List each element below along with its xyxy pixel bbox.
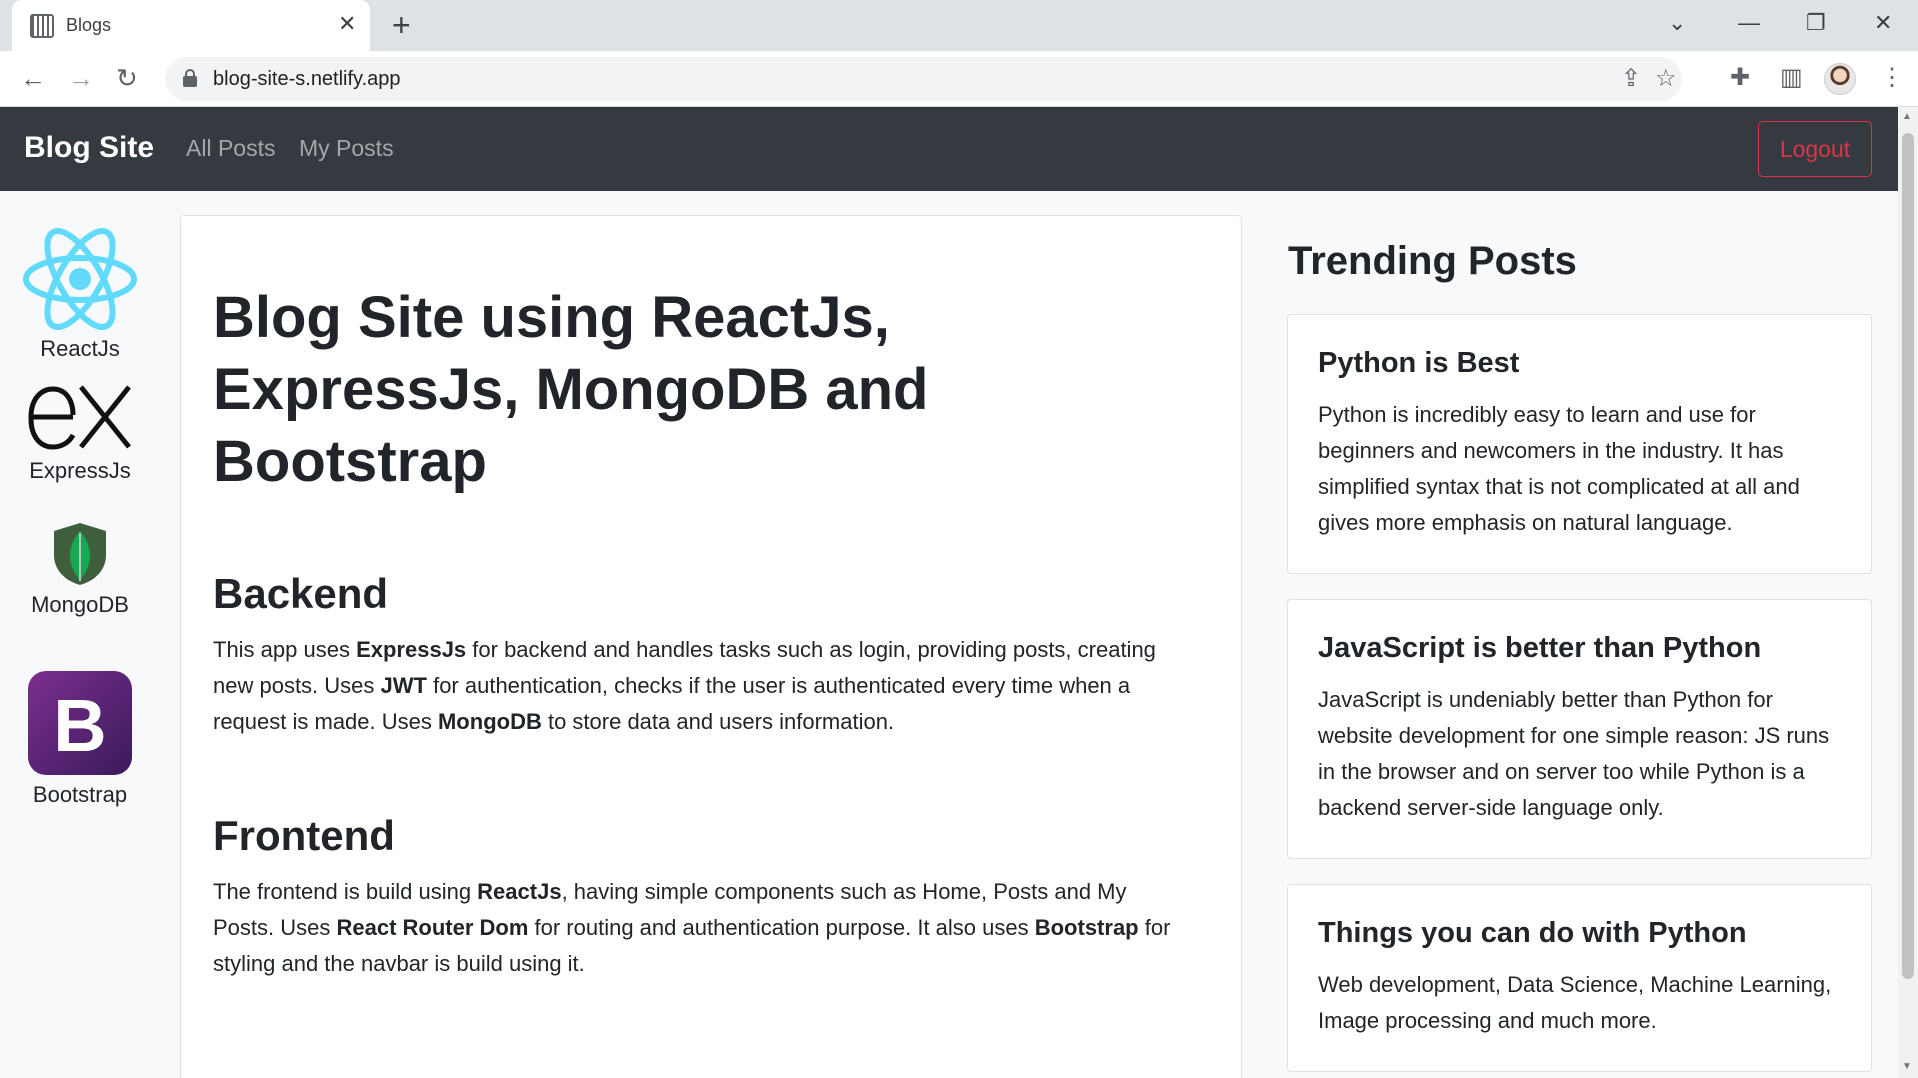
express-icon — [28, 385, 131, 450]
tab-title: Blogs — [66, 15, 112, 35]
bold-term: React Router Dom — [336, 915, 529, 940]
text-run: for routing and authentication purpose. … — [528, 915, 1035, 940]
main-content-card: Blog Site using ReactJs, ExpressJs, Mong… — [180, 215, 1242, 1078]
profile-avatar[interactable] — [1824, 63, 1856, 95]
back-icon[interactable]: ← — [20, 63, 46, 93]
section-text-backend: This app uses ExpressJs for backend and … — [213, 632, 1173, 740]
trending-post-card[interactable]: JavaScript is better than Python JavaScr… — [1287, 599, 1872, 859]
logo-label: ExpressJs — [29, 458, 131, 483]
menu-kebab-icon[interactable]: ⋮ — [1880, 64, 1904, 92]
tech-logo-bootstrap: B Bootstrap — [0, 669, 160, 808]
close-tab-icon[interactable]: ✕ — [338, 11, 356, 37]
bold-term: ExpressJs — [356, 637, 467, 662]
logout-button[interactable]: Logout — [1758, 121, 1872, 177]
logo-label: ReactJs — [40, 336, 120, 361]
bold-term: ReactJs — [477, 879, 562, 904]
lock-icon[interactable] — [183, 69, 197, 87]
text-run: The frontend is build using — [213, 879, 478, 904]
favicon-icon — [30, 14, 54, 38]
post-title[interactable]: Things you can do with Python — [1318, 917, 1747, 950]
mongodb-icon — [54, 523, 106, 585]
tech-logo-mongodb: MongoDB — [0, 521, 160, 618]
section-heading-frontend: Frontend — [213, 812, 395, 859]
site-navbar: Blog Site All Posts My Posts Logout — [0, 107, 1898, 191]
tech-logo-expressjs: ExpressJs — [0, 377, 160, 484]
navbar-brand[interactable]: Blog Site — [24, 131, 154, 165]
page-scrollbar[interactable]: ▲ ▼ — [1898, 107, 1918, 1078]
forward-icon[interactable]: → — [68, 63, 94, 93]
react-icon — [23, 228, 137, 330]
browser-tab[interactable]: Blogs ✕ — [12, 0, 370, 51]
nav-link-all-posts[interactable]: All Posts — [186, 135, 275, 162]
browser-toolbar: ← → ↻ blog-site-s.netlify.app ⇪ ☆ ✚ ▥ ⋮ — [0, 51, 1918, 107]
side-panel-icon[interactable]: ▥ — [1780, 64, 1803, 92]
logo-label: Bootstrap — [32, 782, 128, 807]
minimize-icon[interactable]: — — [1738, 10, 1760, 36]
tab-search-icon[interactable]: ⌄ — [1668, 10, 1686, 36]
trending-post-card[interactable]: Things you can do with Python Web develo… — [1287, 884, 1872, 1072]
tech-logo-reactjs: ReactJs — [0, 227, 160, 362]
logo-label: MongoDB — [31, 592, 129, 617]
bold-term: JWT — [380, 673, 427, 698]
address-bar[interactable]: blog-site-s.netlify.app ⇪ ☆ — [165, 57, 1682, 101]
new-tab-icon[interactable]: + — [392, 8, 411, 42]
reload-icon[interactable]: ↻ — [116, 63, 138, 93]
post-title[interactable]: JavaScript is better than Python — [1318, 632, 1761, 665]
nav-link-my-posts[interactable]: My Posts — [299, 135, 394, 162]
post-excerpt: Web development, Data Science, Machine L… — [1318, 972, 1832, 1033]
post-excerpt: JavaScript is undeniably better than Pyt… — [1318, 687, 1830, 820]
scroll-thumb[interactable] — [1902, 133, 1914, 979]
close-window-icon[interactable]: ✕ — [1874, 10, 1892, 36]
scroll-up-icon[interactable]: ▲ — [1902, 111, 1912, 122]
trending-post-card[interactable]: Python is Best Python is incredibly easy… — [1287, 314, 1872, 574]
bold-term: MongoDB — [437, 709, 542, 734]
scroll-down-icon[interactable]: ▼ — [1902, 1061, 1912, 1072]
post-title[interactable]: Python is Best — [1318, 347, 1519, 380]
restore-icon[interactable]: ❐ — [1806, 10, 1826, 36]
text-run: to store data and users information. — [541, 709, 895, 734]
url-text[interactable]: blog-site-s.netlify.app — [213, 68, 401, 91]
share-icon[interactable]: ⇪ — [1621, 65, 1641, 93]
bookmark-star-icon[interactable]: ☆ — [1655, 65, 1677, 93]
trending-heading: Trending Posts — [1288, 239, 1577, 283]
post-excerpt: Python is incredibly easy to learn and u… — [1318, 402, 1800, 535]
browser-tab-strip: Blogs ✕ + ⌄ — ❐ ✕ — [0, 0, 1918, 51]
bold-term: Bootstrap — [1034, 915, 1139, 940]
section-text-frontend: The frontend is build using ReactJs, hav… — [213, 874, 1173, 982]
bootstrap-icon: B — [28, 671, 132, 775]
section-heading-backend: Backend — [213, 570, 389, 617]
text-run: This app uses — [213, 637, 357, 662]
svg-text:B: B — [53, 684, 106, 767]
extensions-icon[interactable]: ✚ — [1730, 64, 1750, 92]
page-content: Blog Site All Posts My Posts Logout Reac… — [0, 107, 1898, 1078]
page-title: Blog Site using ReactJs, ExpressJs, Mong… — [213, 285, 929, 494]
